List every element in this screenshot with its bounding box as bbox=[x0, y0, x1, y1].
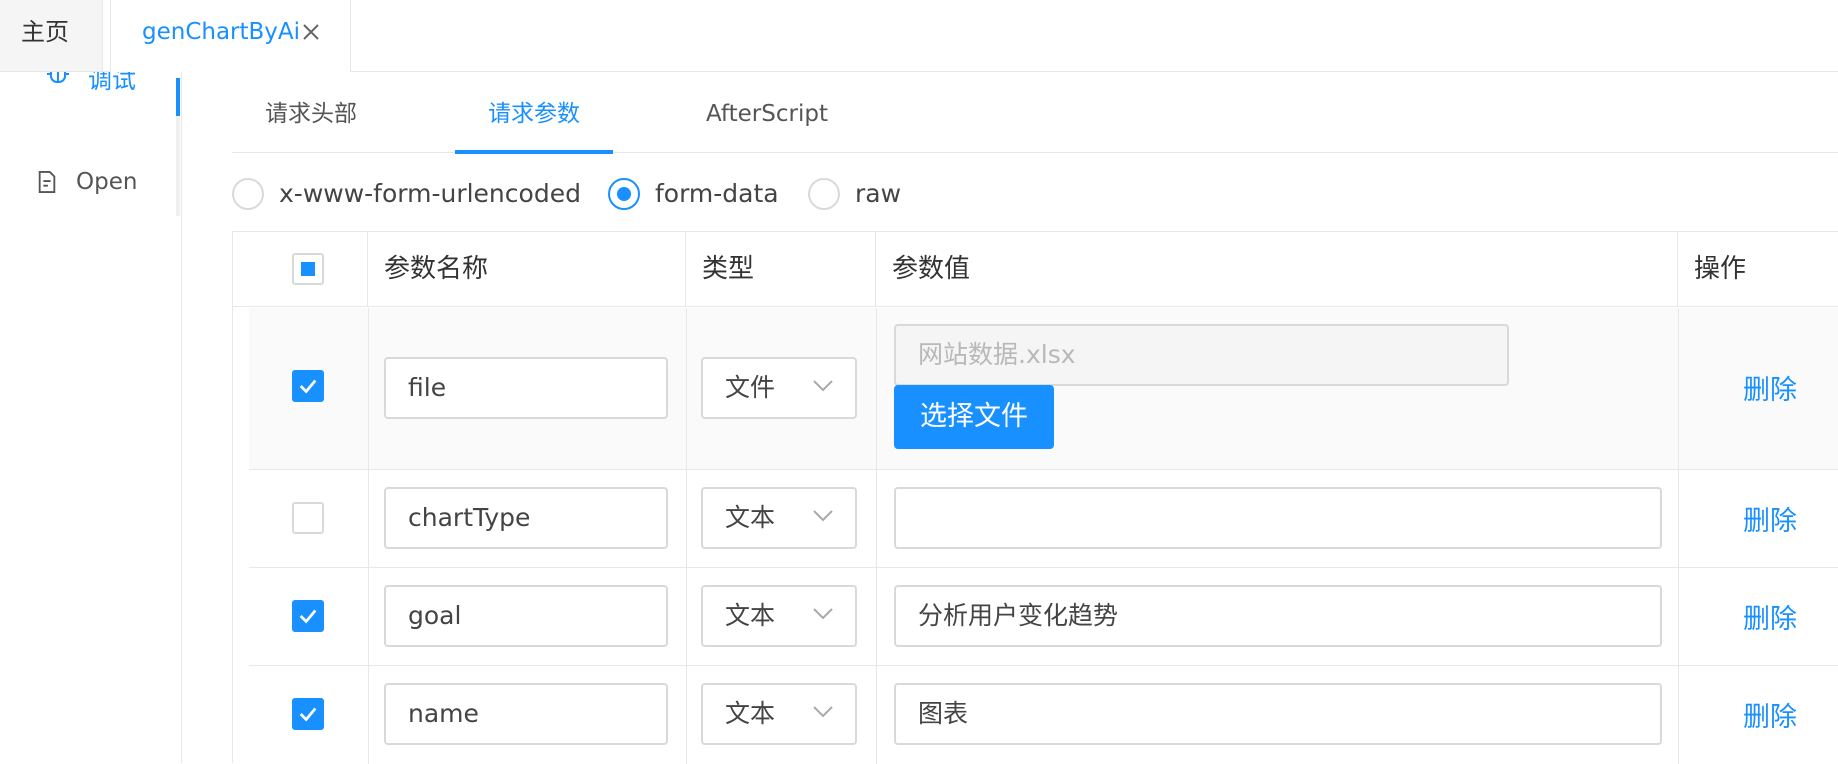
radio-circle[interactable] bbox=[808, 178, 840, 210]
param-type-select[interactable]: 文本 bbox=[701, 585, 857, 647]
header-type-label: 类型 bbox=[702, 254, 755, 284]
param-name-input[interactable]: name bbox=[384, 683, 668, 745]
radio-circle[interactable] bbox=[608, 178, 640, 210]
header-param-name: 参数名称 bbox=[368, 232, 686, 307]
choose-file-button[interactable]: 选择文件 bbox=[894, 385, 1054, 449]
sidebar-item-debug[interactable]: 调试 bbox=[46, 72, 146, 94]
row-checkbox[interactable] bbox=[292, 370, 324, 402]
check-icon bbox=[299, 379, 317, 394]
sidebar-active-indicator bbox=[176, 78, 180, 116]
header-type: 类型 bbox=[686, 232, 876, 307]
param-type-value: 文件 bbox=[725, 373, 776, 402]
param-value-input[interactable]: 分析用户变化趋势 bbox=[894, 585, 1662, 647]
page-tab-bar: 主页 genChartByAi bbox=[0, 0, 1838, 72]
header-action: 操作 bbox=[1678, 232, 1838, 307]
row-checkbox[interactable] bbox=[292, 502, 324, 534]
table-row: file 文件 网站数据.xlsx 选择文件 删除 bbox=[249, 308, 1838, 470]
param-type-value: 文本 bbox=[725, 699, 776, 728]
table-row: goal 文本 分析用户变化趋势 删除 bbox=[249, 568, 1838, 666]
tab-genchartbyai-label: genChartByAi bbox=[142, 19, 301, 45]
header-param-name-label: 参数名称 bbox=[384, 254, 489, 284]
radio-raw[interactable]: raw bbox=[808, 176, 918, 212]
row-checkbox[interactable] bbox=[292, 698, 324, 730]
body-type-radio-group: x-www-form-urlencoded form-data raw bbox=[232, 176, 932, 212]
chevron-down-icon bbox=[813, 706, 833, 718]
param-name-input[interactable]: goal bbox=[384, 585, 668, 647]
check-icon bbox=[299, 609, 317, 624]
params-table: 参数名称 类型 参数值 操作 file 文件 网站数据.xlsx 选择文件 删除… bbox=[232, 231, 1838, 764]
select-all-checkbox[interactable] bbox=[292, 253, 324, 285]
param-type-select[interactable]: 文本 bbox=[701, 487, 857, 549]
radio-x-www-form-urlencoded[interactable]: x-www-form-urlencoded bbox=[232, 176, 582, 212]
param-type-select[interactable]: 文本 bbox=[701, 683, 857, 745]
bug-icon bbox=[47, 72, 69, 83]
chevron-down-icon bbox=[813, 380, 833, 392]
radio-label: raw bbox=[855, 179, 902, 208]
param-value-input[interactable] bbox=[894, 487, 1662, 549]
radio-label: form-data bbox=[655, 179, 779, 208]
param-type-value: 文本 bbox=[725, 503, 776, 532]
tab-request-headers[interactable]: 请求头部 bbox=[232, 82, 390, 153]
radio-circle[interactable] bbox=[232, 178, 264, 210]
chevron-down-icon bbox=[813, 510, 833, 522]
chevron-down-icon bbox=[813, 608, 833, 620]
table-row: chartType 文本 删除 bbox=[249, 470, 1838, 568]
tab-home-label: 主页 bbox=[21, 18, 69, 46]
header-param-value-label: 参数值 bbox=[892, 254, 971, 284]
param-name-input[interactable]: chartType bbox=[384, 487, 668, 549]
header-param-value: 参数值 bbox=[876, 232, 1678, 307]
param-name-input[interactable]: file bbox=[384, 357, 668, 419]
header-action-label: 操作 bbox=[1694, 254, 1747, 284]
param-type-select[interactable]: 文件 bbox=[701, 357, 857, 419]
sidebar-item-open-label: Open bbox=[76, 169, 138, 195]
radio-form-data[interactable]: form-data bbox=[608, 176, 788, 212]
tab-request-params[interactable]: 请求参数 bbox=[455, 82, 613, 154]
file-text-icon bbox=[38, 171, 56, 193]
header-select-all-cell bbox=[233, 232, 368, 307]
tab-afterscript[interactable]: AfterScript bbox=[687, 82, 847, 153]
param-type-value: 文本 bbox=[725, 601, 776, 630]
param-value-input[interactable]: 图表 bbox=[894, 683, 1662, 745]
tab-request-params-label: 请求参数 bbox=[488, 101, 580, 127]
file-name-display: 网站数据.xlsx bbox=[894, 324, 1509, 386]
check-icon bbox=[299, 707, 317, 722]
close-icon[interactable] bbox=[301, 22, 321, 42]
tab-request-headers-label: 请求头部 bbox=[265, 101, 357, 127]
sidebar-item-debug-label: 调试 bbox=[88, 72, 136, 94]
delete-link[interactable]: 删除 bbox=[1743, 695, 1797, 734]
delete-link[interactable]: 删除 bbox=[1743, 597, 1797, 636]
tab-genchartbyai[interactable]: genChartByAi bbox=[110, 0, 351, 72]
sidebar-scrollbar[interactable] bbox=[176, 116, 180, 216]
table-row: name 文本 图表 删除 bbox=[249, 666, 1838, 764]
tab-afterscript-label: AfterScript bbox=[706, 101, 828, 127]
radio-label: x-www-form-urlencoded bbox=[279, 179, 581, 208]
delete-link[interactable]: 删除 bbox=[1743, 368, 1797, 407]
request-tabs: 请求头部 请求参数 AfterScript bbox=[232, 82, 1838, 154]
sidebar-item-open[interactable]: Open bbox=[36, 165, 156, 199]
row-checkbox[interactable] bbox=[292, 600, 324, 632]
tab-home[interactable]: 主页 bbox=[0, 0, 103, 71]
delete-link[interactable]: 删除 bbox=[1743, 499, 1797, 538]
